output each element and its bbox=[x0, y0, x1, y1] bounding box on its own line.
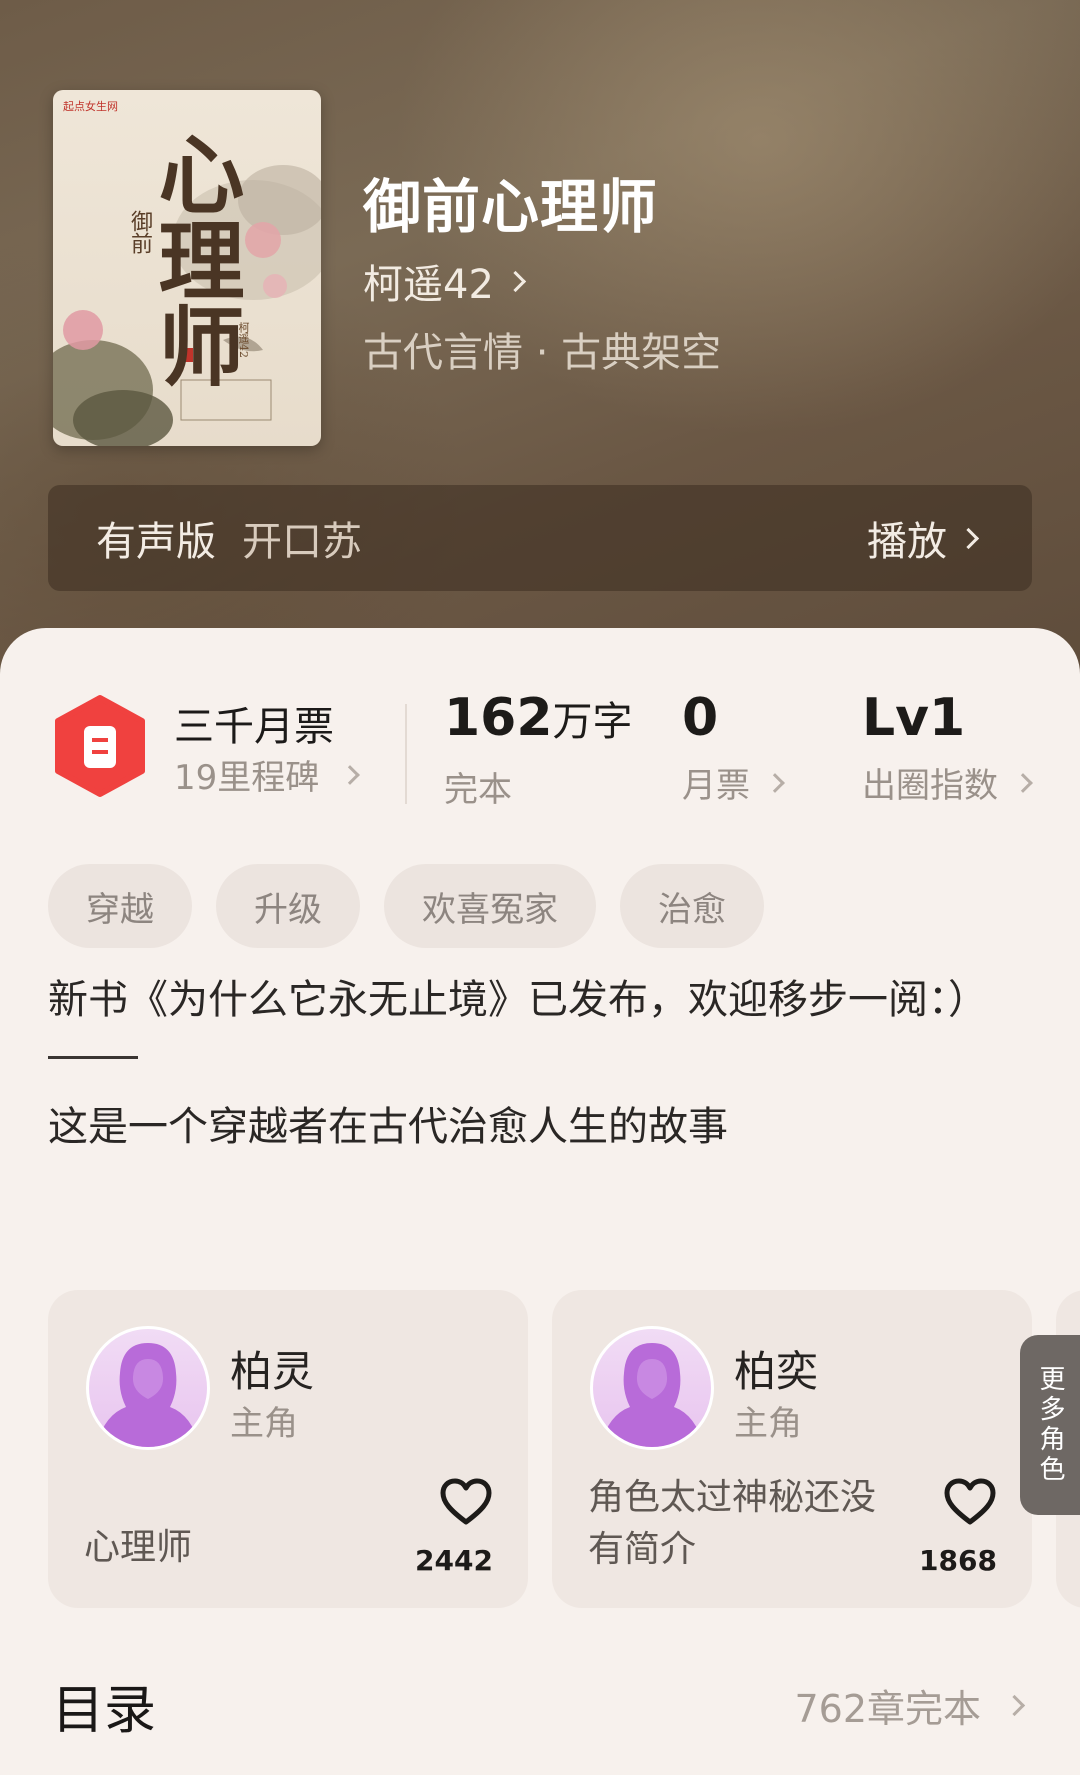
book-genre: 古代言情 · 古典架空 bbox=[363, 330, 722, 376]
popularity-stat[interactable]: Lv1 出圈指数 bbox=[862, 688, 1033, 807]
role-list: 柏灵 主角 心理师 2442 柏奕 主角 角色太过神秘还没有简介 1868 bbox=[48, 1290, 1080, 1610]
milestone-label: 19里程碑 bbox=[174, 758, 320, 798]
like-count: 2442 bbox=[415, 1544, 493, 1577]
author-name: 柯遥42 bbox=[363, 262, 494, 308]
tag-chip[interactable]: 穿越 bbox=[48, 864, 192, 948]
monthly-votes-stat[interactable]: 0 月票 bbox=[682, 688, 785, 807]
role-name: 柏灵 bbox=[230, 1347, 315, 1396]
role-description: 心理师 bbox=[84, 1527, 193, 1568]
chevron-right-icon bbox=[1013, 772, 1033, 793]
intro-line: 新书《为什么它永无止境》已发布，欢迎移步一阅：） bbox=[48, 977, 988, 1023]
toc-meta: 762章完本 bbox=[794, 1678, 1026, 1733]
toc-title: 目录 bbox=[52, 1681, 157, 1741]
cover-subtitle-text: 御前 bbox=[127, 210, 152, 254]
book-cover[interactable]: 起点女生网 心理师 御前 柯遥42 bbox=[53, 90, 321, 446]
book-title: 御前心理师 bbox=[363, 173, 659, 241]
chevron-right-icon bbox=[340, 764, 361, 785]
role-name: 柏奕 bbox=[734, 1347, 819, 1396]
word-count-unit: 万字 bbox=[552, 699, 633, 745]
person-silhouette-icon bbox=[96, 1343, 200, 1447]
tag-chip[interactable]: 升级 bbox=[216, 864, 360, 948]
play-label: 播放 bbox=[867, 519, 947, 565]
popularity-level: Lv1 bbox=[862, 688, 966, 748]
audio-narrator: 开口苏 bbox=[242, 519, 362, 565]
book-status: 完本 bbox=[444, 770, 512, 810]
detail-card: 三千月票 19里程碑 162万字 完本 0 月票 Lv1 出圈指数 穿越 升级 bbox=[0, 628, 1080, 1775]
tag-chip[interactable]: 欢喜冤家 bbox=[384, 864, 596, 948]
monthly-votes-label: 月票 bbox=[682, 766, 750, 806]
audio-label: 有声版 bbox=[96, 519, 216, 565]
stats-row: 三千月票 19里程碑 162万字 完本 0 月票 Lv1 出圈指数 bbox=[0, 688, 1080, 811]
cover-logo-text: 起点女生网 bbox=[63, 100, 118, 113]
monthly-votes-value: 0 bbox=[682, 688, 719, 748]
tag-list: 穿越 升级 欢喜冤家 治愈 bbox=[48, 864, 788, 948]
milestone-link[interactable]: 19里程碑 bbox=[174, 750, 361, 799]
popularity-label: 出圈指数 bbox=[862, 766, 998, 806]
role-type: 主角 bbox=[230, 1404, 298, 1444]
role-type: 主角 bbox=[734, 1404, 802, 1444]
intro-divider bbox=[48, 1056, 138, 1059]
person-silhouette-icon bbox=[600, 1343, 704, 1447]
book-header: 起点女生网 心理师 御前 柯遥42 御前心理师 柯遥42 古代言情 · 古典架空… bbox=[0, 0, 1080, 700]
chevron-right-icon bbox=[957, 527, 980, 549]
heart-icon[interactable] bbox=[944, 1478, 996, 1526]
chevron-right-icon bbox=[765, 772, 785, 793]
avatar bbox=[590, 1326, 714, 1450]
role-description: 角色太过神秘还没有简介 bbox=[588, 1477, 877, 1570]
ticket-title: 三千月票 bbox=[174, 704, 334, 750]
more-roles-button[interactable]: 更多角色 bbox=[1020, 1335, 1080, 1515]
tag-chip[interactable]: 治愈 bbox=[620, 864, 764, 948]
cover-author-text: 柯遥42 bbox=[237, 322, 250, 358]
avatar bbox=[86, 1326, 210, 1450]
word-count-value: 162 bbox=[444, 688, 553, 748]
book-detail-page: 起点女生网 心理师 御前 柯遥42 御前心理师 柯遥42 古代言情 · 古典架空… bbox=[0, 0, 1080, 1775]
table-of-contents-row[interactable]: 目录 762章完本 bbox=[52, 1668, 1032, 1748]
like-count: 1868 bbox=[919, 1544, 997, 1577]
heart-icon[interactable] bbox=[440, 1478, 492, 1526]
intro-line: 这是一个穿越者在古代治愈人生的故事 bbox=[48, 1104, 728, 1150]
cover-title-text: 心理师 bbox=[143, 130, 244, 388]
book-intro[interactable]: 新书《为什么它永无止境》已发布，欢迎移步一阅：） 这是一个穿越者在古代治愈人生的… bbox=[48, 968, 1028, 1159]
monthly-ticket-icon[interactable] bbox=[52, 694, 148, 798]
play-button[interactable]: 播放 bbox=[867, 509, 980, 567]
word-count-stat: 162万字 完本 bbox=[444, 688, 633, 811]
chapter-count: 762章完本 bbox=[794, 1687, 981, 1731]
role-card[interactable]: 柏奕 主角 角色太过神秘还没有简介 1868 bbox=[552, 1290, 1032, 1608]
role-card[interactable]: 柏灵 主角 心理师 2442 bbox=[48, 1290, 528, 1608]
stats-divider bbox=[405, 704, 407, 804]
audio-version-bar[interactable]: 有声版 开口苏 播放 bbox=[48, 485, 1032, 591]
chevron-right-icon bbox=[1003, 1694, 1026, 1717]
chevron-right-icon bbox=[504, 270, 527, 292]
author-link[interactable]: 柯遥42 bbox=[363, 252, 527, 310]
